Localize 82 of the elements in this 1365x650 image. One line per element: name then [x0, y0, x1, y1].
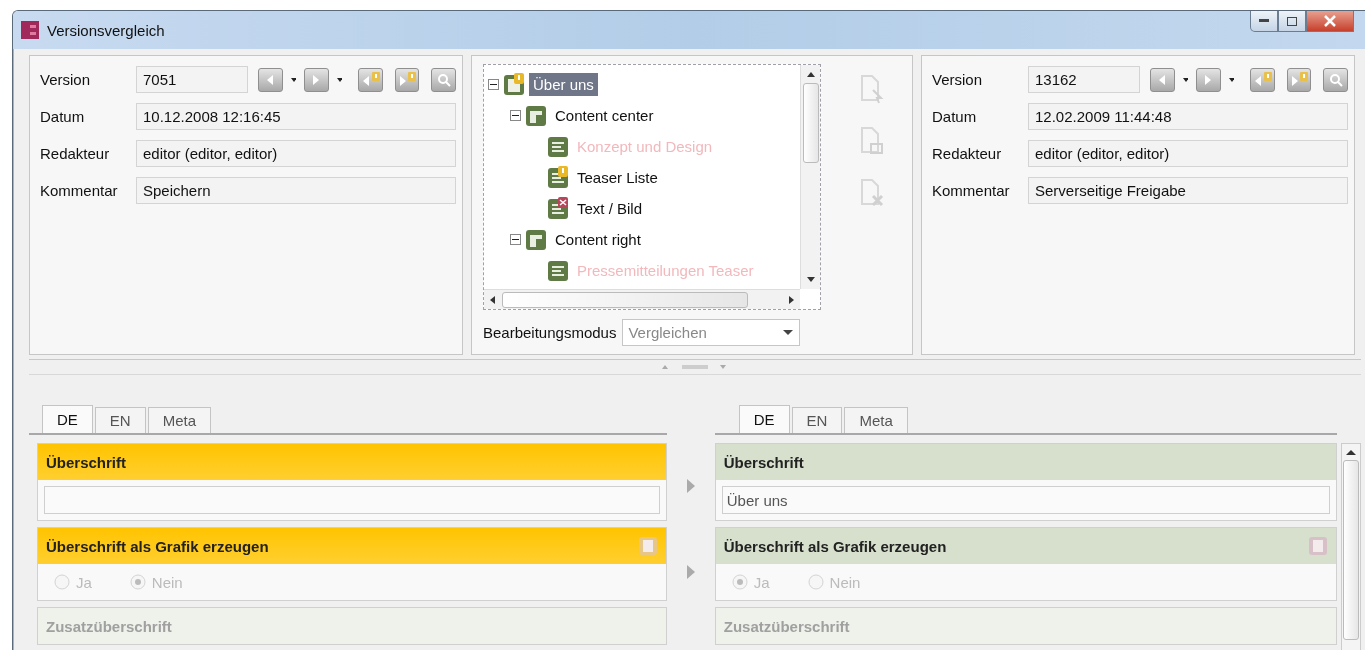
previous-change-button[interactable]: [1250, 67, 1275, 92]
tree-item[interactable]: Text / Bild: [573, 197, 647, 220]
previous-button[interactable]: [258, 67, 283, 92]
tree-item[interactable]: Content center: [551, 104, 658, 127]
vertical-scrollbar[interactable]: [1341, 443, 1361, 650]
search-button[interactable]: [1323, 67, 1348, 92]
field-label: Datum: [932, 108, 978, 125]
field-label: Version: [40, 71, 92, 88]
section-title: Überschrift: [46, 453, 127, 471]
tree-item[interactable]: Content right: [551, 228, 645, 251]
next-button[interactable]: [304, 67, 329, 92]
version-field[interactable]: 7051: [136, 66, 248, 93]
field-label: Kommentar: [40, 182, 119, 199]
section-title: Überschrift: [723, 453, 804, 471]
page-warning-icon: [503, 73, 525, 96]
section-title: Überschrift als Grafik erzeugen: [723, 537, 947, 555]
field-label: Version: [932, 71, 984, 88]
section-icon: [525, 228, 547, 251]
previous-button[interactable]: [1150, 67, 1175, 92]
field-label: Datum: [40, 108, 86, 125]
language-tab[interactable]: DE: [42, 405, 93, 433]
caret-icon: [783, 330, 794, 335]
paragraph-icon: [547, 259, 569, 282]
paragraph-icon: [547, 135, 569, 158]
next-button[interactable]: [1196, 67, 1221, 92]
maximize-icon: [1287, 16, 1297, 26]
close-icon: [1324, 15, 1336, 27]
section-title: Überschrift als Grafik erzeugen: [46, 537, 269, 555]
text-field[interactable]: Über uns: [721, 486, 1331, 514]
collapse-icon[interactable]: [510, 110, 521, 121]
search-icon: [1328, 72, 1343, 87]
right-warning-icon: [1289, 70, 1310, 89]
next-change-button[interactable]: [394, 67, 420, 92]
mode-dropdown[interactable]: Vergleichen: [622, 319, 801, 346]
value-field[interactable]: editor (editor, editor): [1028, 140, 1348, 167]
minimize-button[interactable]: [1250, 11, 1278, 32]
tree-item[interactable]: Über uns: [529, 73, 598, 96]
language-tab[interactable]: EN: [791, 407, 843, 433]
minimize-icon: [1259, 19, 1269, 23]
caret-icon[interactable]: [1182, 77, 1189, 82]
collapse-icon[interactable]: [488, 79, 499, 90]
language-tab[interactable]: Meta: [147, 407, 212, 433]
section-title: Zusatzüberschrift: [46, 617, 172, 635]
next-change-button[interactable]: [1286, 67, 1312, 92]
caret-icon[interactable]: [290, 77, 297, 82]
right-warning-icon: [397, 70, 418, 89]
language-tab[interactable]: EN: [94, 407, 146, 433]
paragraph-warning-icon: [547, 166, 569, 189]
horizontal-scrollbar[interactable]: [484, 289, 800, 309]
language-tab[interactable]: DE: [738, 405, 790, 433]
field-label: Bearbeitungsmodus: [483, 324, 617, 341]
text-field[interactable]: [44, 486, 661, 514]
value-field[interactable]: 10.12.2008 12:16:45: [136, 103, 456, 130]
window-title: Versionsvergleich: [47, 21, 166, 39]
tree-item[interactable]: Teaser Liste: [573, 166, 662, 189]
field-label: Redakteur: [40, 145, 111, 162]
search-icon: [436, 72, 451, 87]
previous-change-button[interactable]: [358, 67, 383, 92]
paragraph-error-icon: [547, 197, 569, 220]
section-title: Zusatzüberschrift: [723, 617, 850, 635]
field-label: Redakteur: [932, 145, 1003, 162]
left-triangle-icon: [265, 73, 276, 86]
splitter-handle[interactable]: [29, 359, 1361, 375]
version-field[interactable]: 13162: [1028, 66, 1140, 93]
arrow-icon: [687, 479, 695, 493]
field-label: Kommentar: [932, 182, 1011, 199]
value-field[interactable]: editor (editor, editor): [136, 140, 456, 167]
left-triangle-icon: [1157, 73, 1168, 86]
caret-icon[interactable]: [1228, 77, 1235, 82]
close-button[interactable]: [1306, 11, 1354, 32]
section-icon: [525, 104, 547, 127]
arrow-icon: [687, 565, 695, 579]
language-tab[interactable]: Meta: [844, 407, 908, 433]
value-field[interactable]: Serverseitige Freigabe: [1028, 177, 1348, 204]
maximize-button[interactable]: [1278, 11, 1306, 32]
app-icon: [21, 21, 39, 39]
caret-icon[interactable]: [336, 77, 343, 82]
search-button[interactable]: [431, 67, 456, 92]
value-field[interactable]: Speichern: [136, 177, 456, 204]
value-field[interactable]: 12.02.2009 11:44:48: [1028, 103, 1348, 130]
collapse-icon[interactable]: [510, 234, 521, 245]
vertical-scrollbar[interactable]: [800, 65, 820, 289]
